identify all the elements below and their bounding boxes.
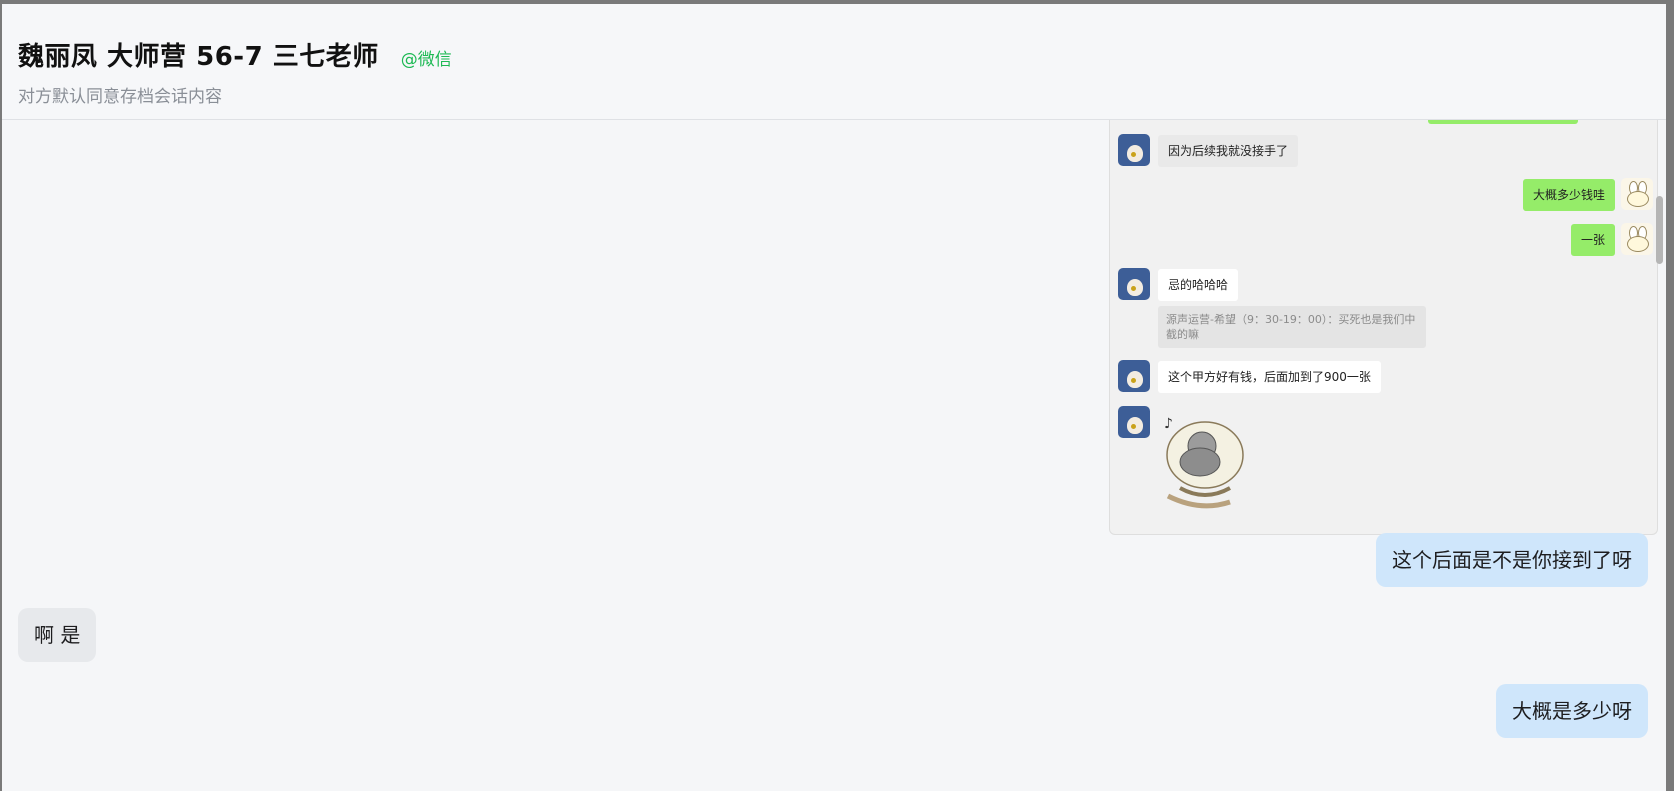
- snap-quote: 源声运营-希望（9：30-19：00）：买死也是我们中 截的嘛: [1158, 306, 1426, 348]
- snap-message: 这个甲方好有钱，后面加到了900一张: [1158, 361, 1381, 393]
- conversation-title: 魏丽凤 大师营 56-7 三七老师: [18, 42, 379, 72]
- sticker-image: ♪: [1164, 416, 1244, 509]
- contact-avatar: [1118, 134, 1150, 166]
- self-avatar: [1621, 178, 1653, 210]
- contact-avatar: [1118, 268, 1150, 300]
- consent-notice: 对方默认同意存档会话内容: [18, 87, 222, 107]
- chat-message[interactable]: 啊 是: [18, 608, 97, 662]
- cropped-green-bubble: [1428, 120, 1578, 124]
- message-list[interactable]: 因为后续我就没接手了 大概多少钱哇 一张 忌的哈哈哈 源声运营-希望（9：30-…: [2, 120, 1666, 791]
- chat-message[interactable]: 这个后面是不是你接到了呀: [1376, 533, 1648, 587]
- contact-avatar: [1118, 406, 1150, 438]
- chat-message[interactable]: 大概是多少呀: [1496, 684, 1648, 738]
- title-row: 魏丽凤 大师营 56-7 三七老师 @微信: [18, 36, 452, 73]
- snap-message: 因为后续我就没接手了: [1158, 135, 1299, 167]
- chat-window: 魏丽凤 大师营 56-7 三七老师 @微信 对方默认同意存档会话内容 因为后续我…: [2, 4, 1666, 791]
- self-avatar: [1621, 223, 1653, 255]
- scrollbar-thumb[interactable]: [1656, 196, 1663, 264]
- platform-tag[interactable]: @微信: [401, 45, 452, 70]
- svg-text:♪: ♪: [1164, 416, 1173, 432]
- chat-header: 魏丽凤 大师营 56-7 三七老师 @微信 对方默认同意存档会话内容: [2, 4, 1666, 120]
- snap-message: 一张: [1570, 224, 1615, 256]
- snap-message: 大概多少钱哇: [1522, 179, 1615, 211]
- screenshot-image-message[interactable]: 因为后续我就没接手了 大概多少钱哇 一张 忌的哈哈哈 源声运营-希望（9：30-…: [1109, 120, 1658, 535]
- snap-message: 忌的哈哈哈: [1158, 269, 1239, 301]
- scrollbar[interactable]: [1654, 120, 1664, 791]
- contact-avatar: [1118, 360, 1150, 392]
